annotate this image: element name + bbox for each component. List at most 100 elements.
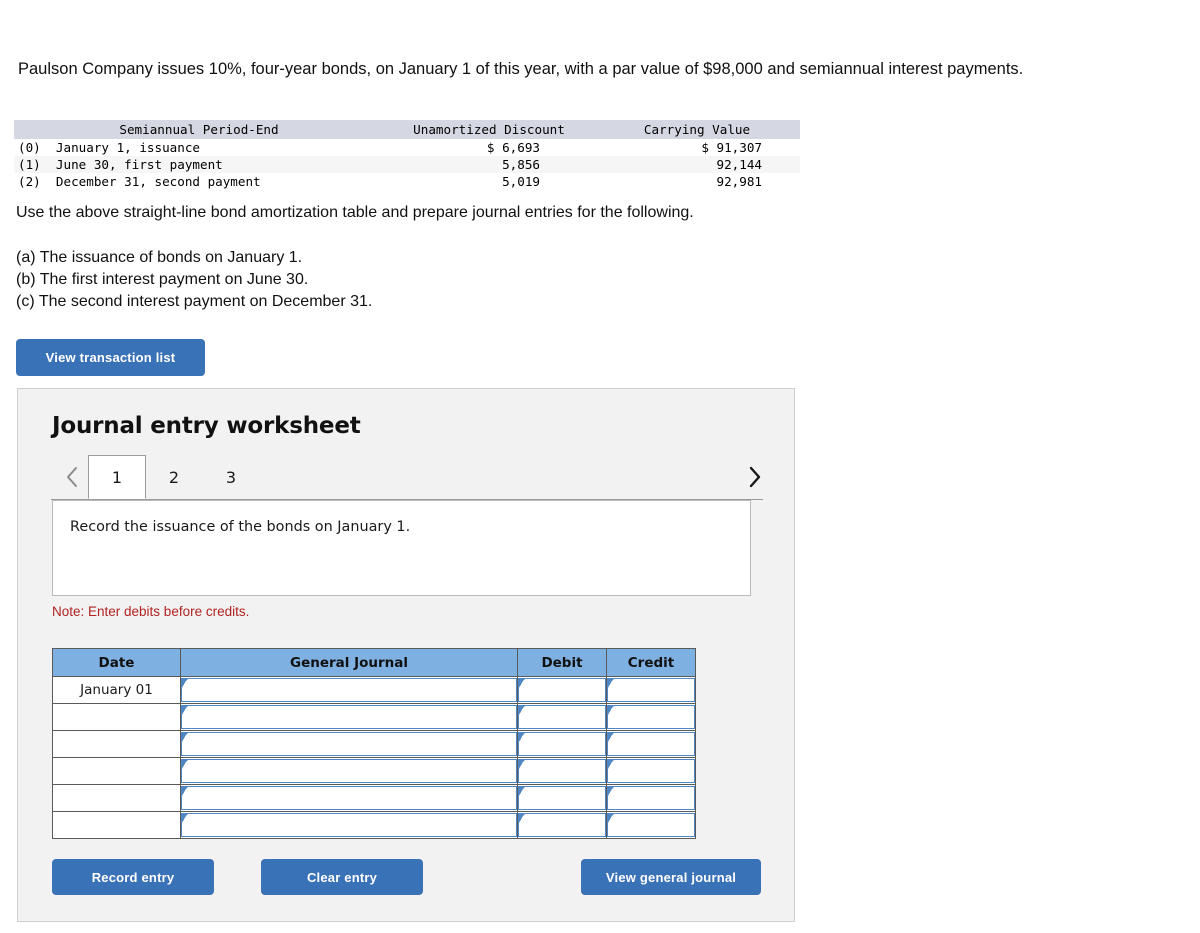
column-header-period: Semiannual Period-End xyxy=(14,120,384,139)
tab-1[interactable]: 1 xyxy=(88,455,146,499)
general-journal-cell xyxy=(180,784,518,812)
credit-input[interactable] xyxy=(607,705,695,729)
column-header-debit: Debit xyxy=(517,648,607,677)
carrying-cell: 92,144 xyxy=(594,156,800,173)
requirement-item-b: (b) The first interest payment on June 3… xyxy=(16,270,309,288)
view-general-journal-button[interactable]: View general journal xyxy=(581,859,761,895)
credit-cell xyxy=(606,784,696,812)
general-journal-input[interactable] xyxy=(181,678,517,702)
column-header-date: Date xyxy=(52,648,181,677)
row-index: (2) xyxy=(18,174,41,189)
period-cell: (1) June 30, first payment xyxy=(14,156,384,173)
date-cell[interactable] xyxy=(52,757,181,785)
credit-cell xyxy=(606,757,696,785)
general-journal-input[interactable] xyxy=(181,813,517,837)
date-cell[interactable]: January 01 xyxy=(52,676,181,704)
credit-cell xyxy=(606,730,696,758)
general-journal-input[interactable] xyxy=(181,759,517,783)
debits-before-credits-note: Note: Enter debits before credits. xyxy=(52,604,250,619)
general-journal-cell xyxy=(180,757,518,785)
row-index: (0) xyxy=(18,140,41,155)
instruction-text: Use the above straight-line bond amortiz… xyxy=(16,204,694,221)
credit-input[interactable] xyxy=(607,786,695,810)
tab-2[interactable]: 2 xyxy=(154,455,194,499)
tab-label: 2 xyxy=(168,467,180,487)
record-entry-button[interactable]: Record entry xyxy=(52,859,214,895)
debit-cell xyxy=(517,757,607,785)
tab-3[interactable]: 3 xyxy=(211,455,251,499)
credit-cell xyxy=(606,811,696,839)
table-row: (0) January 1, issuance $ 6,693 $ 91,307 xyxy=(14,139,800,156)
next-tab-button[interactable] xyxy=(741,463,767,491)
amortization-table: Semiannual Period-End Unamortized Discou… xyxy=(14,120,800,190)
amortization-header-row: Semiannual Period-End Unamortized Discou… xyxy=(14,120,800,139)
date-cell[interactable] xyxy=(52,730,181,758)
period-label: January 1, issuance xyxy=(55,140,200,155)
date-cell[interactable] xyxy=(52,703,181,731)
amortization-table-wrapper: Semiannual Period-End Unamortized Discou… xyxy=(14,120,800,190)
period-cell: (2) December 31, second payment xyxy=(14,173,384,190)
date-cell[interactable] xyxy=(52,811,181,839)
clear-entry-button[interactable]: Clear entry xyxy=(261,859,423,895)
credit-input[interactable] xyxy=(607,813,695,837)
table-row: January 01 xyxy=(52,676,696,704)
debit-cell xyxy=(517,730,607,758)
period-cell: (0) January 1, issuance xyxy=(14,139,384,156)
tab-label: 1 xyxy=(111,467,123,487)
column-header-unamortized-discount: Unamortized Discount xyxy=(384,120,594,139)
debit-cell xyxy=(517,811,607,839)
table-row: (2) December 31, second payment 5,019 92… xyxy=(14,173,800,190)
credit-input[interactable] xyxy=(607,678,695,702)
table-row xyxy=(52,730,696,758)
debit-input[interactable] xyxy=(518,813,606,837)
journal-entry-worksheet-panel: Journal entry worksheet 1 2 3 Record the… xyxy=(17,388,795,922)
date-cell[interactable] xyxy=(52,784,181,812)
journal-table: Date General Journal Debit Credit Januar… xyxy=(52,648,696,839)
chevron-left-icon xyxy=(66,466,79,488)
row-index: (1) xyxy=(18,157,41,172)
table-row xyxy=(52,811,696,839)
previous-tab-button[interactable] xyxy=(59,463,85,491)
debit-input[interactable] xyxy=(518,759,606,783)
general-journal-input[interactable] xyxy=(181,705,517,729)
debit-input[interactable] xyxy=(518,678,606,702)
worksheet-title: Journal entry worksheet xyxy=(52,413,361,439)
general-journal-cell xyxy=(180,703,518,731)
problem-statement: Paulson Company issues 10%, four-year bo… xyxy=(18,60,1024,78)
credit-cell xyxy=(606,703,696,731)
credit-input[interactable] xyxy=(607,759,695,783)
view-transaction-list-button[interactable]: View transaction list xyxy=(16,339,205,376)
debit-input[interactable] xyxy=(518,786,606,810)
debit-input[interactable] xyxy=(518,705,606,729)
credit-input[interactable] xyxy=(607,732,695,756)
debit-input[interactable] xyxy=(518,732,606,756)
general-journal-input[interactable] xyxy=(181,732,517,756)
debit-cell xyxy=(517,676,607,704)
tab-label: 3 xyxy=(225,467,237,487)
discount-cell: $ 6,693 xyxy=(486,140,540,155)
worksheet-prompt-text: Record the issuance of the bonds on Janu… xyxy=(70,519,411,535)
carrying-cell: 92,981 xyxy=(716,174,763,189)
worksheet-tab-strip: 1 2 3 xyxy=(51,455,763,499)
period-label: December 31, second payment xyxy=(55,174,261,189)
table-row xyxy=(52,703,696,731)
debit-cell xyxy=(517,703,607,731)
column-header-credit: Credit xyxy=(606,648,696,677)
table-row xyxy=(52,757,696,785)
requirement-item-a: (a) The issuance of bonds on January 1. xyxy=(16,248,303,266)
period-label: June 30, first payment xyxy=(55,157,223,172)
debit-cell xyxy=(517,784,607,812)
discount-cell: 5,019 xyxy=(502,174,540,189)
general-journal-cell xyxy=(180,676,518,704)
general-journal-cell xyxy=(180,811,518,839)
column-header-carrying-value: Carrying Value xyxy=(594,120,800,139)
table-row: (1) June 30, first payment 5,856 92,144 xyxy=(14,156,800,173)
general-journal-input[interactable] xyxy=(181,786,517,810)
credit-cell xyxy=(606,676,696,704)
requirements-list: (a) The issuance of bonds on January 1. … xyxy=(16,246,372,313)
journal-entry-grid: Date General Journal Debit Credit Januar… xyxy=(52,648,696,839)
carrying-cell: $ 91,307 xyxy=(701,140,762,155)
requirement-item-c: (c) The second interest payment on Decem… xyxy=(16,293,373,311)
column-header-general-journal: General Journal xyxy=(180,648,518,677)
general-journal-cell xyxy=(180,730,518,758)
